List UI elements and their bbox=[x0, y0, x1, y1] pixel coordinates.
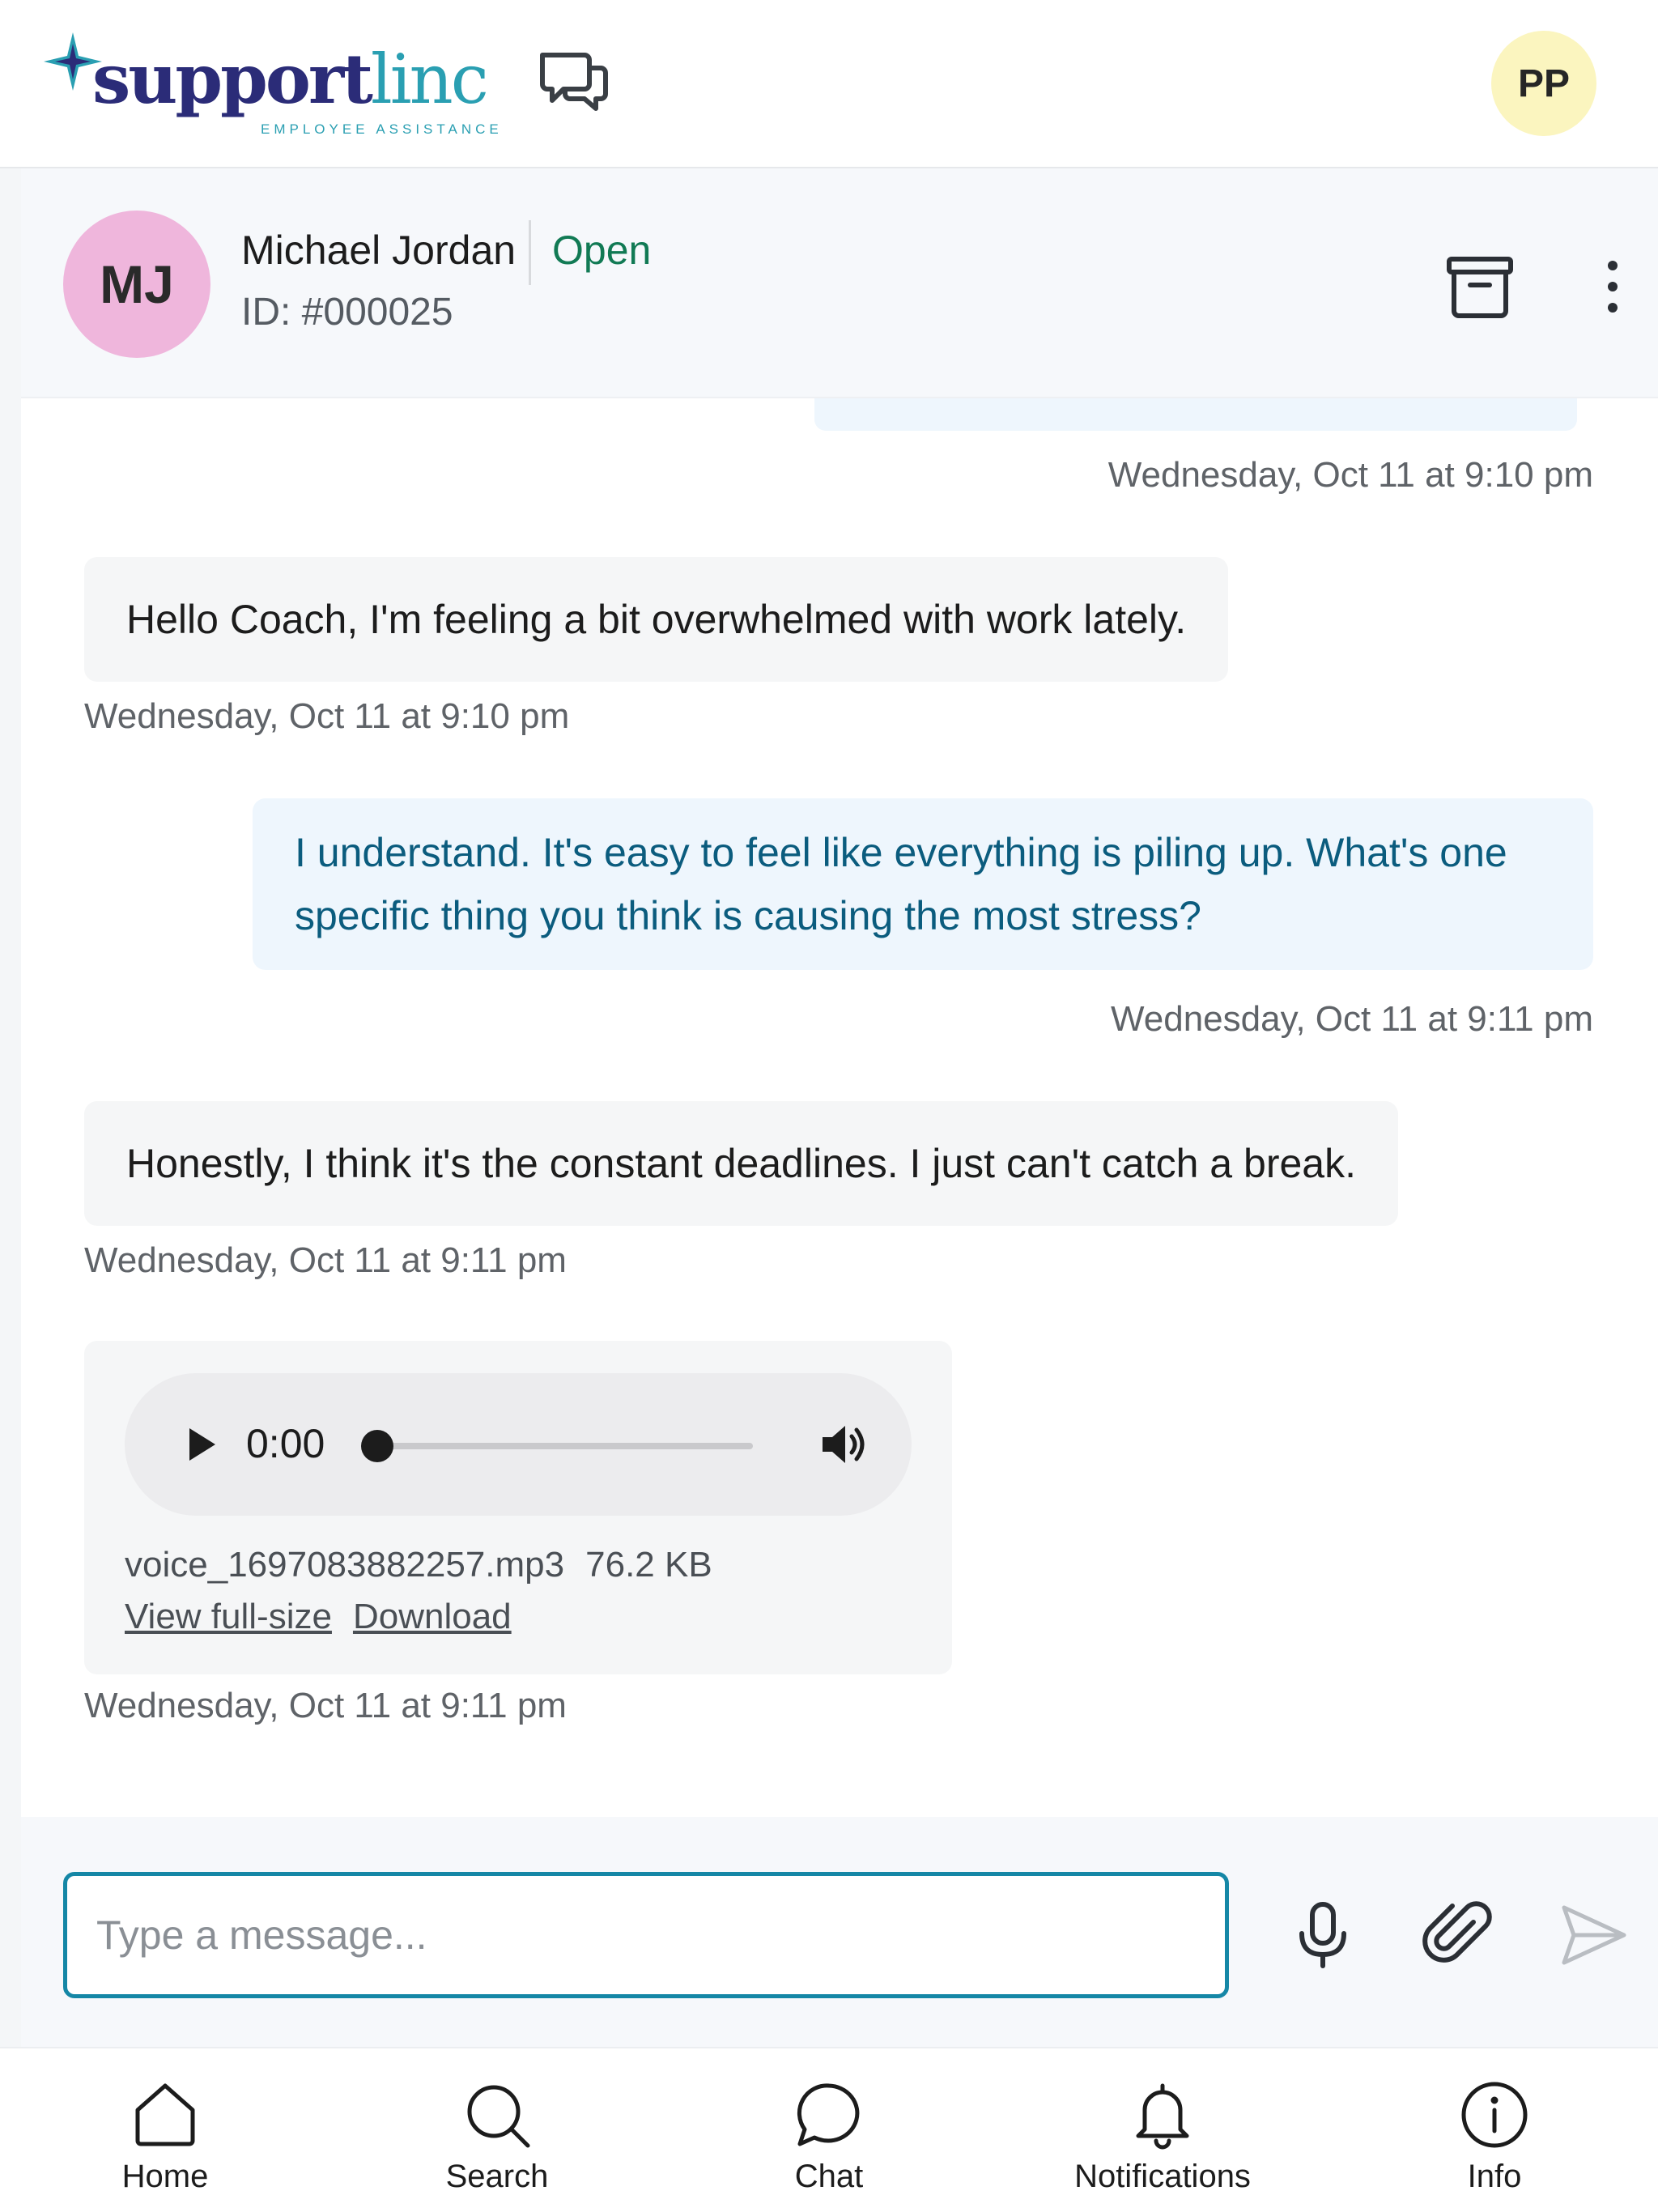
message-timestamp: Wednesday, Oct 11 at 9:11 pm bbox=[84, 1686, 567, 1725]
contact-id: ID: #000025 bbox=[241, 291, 453, 334]
logo-tagline: EMPLOYEE ASSISTANCE bbox=[261, 121, 503, 137]
bell-icon bbox=[1136, 2083, 1189, 2150]
audio-file-info: voice_1697083882257.mp3 76.2 KB bbox=[125, 1545, 712, 1585]
search-icon bbox=[467, 2085, 530, 2148]
conversation-header: MJ Michael Jordan Open ID: #000025 bbox=[21, 168, 1658, 398]
home-icon bbox=[135, 2083, 195, 2146]
nav-label: Chat bbox=[794, 2159, 864, 2194]
logo-wordmark-main: support bbox=[92, 39, 373, 119]
message-bubble-outgoing: I understand. It's easy to feel like eve… bbox=[253, 798, 1593, 970]
nav-label: Info bbox=[1467, 2159, 1522, 2194]
message-bubble-incoming: Honestly, I think it's the constant dead… bbox=[84, 1101, 1398, 1226]
chat-icon bbox=[797, 2083, 860, 2146]
audio-seek-handle[interactable] bbox=[361, 1430, 393, 1462]
audio-player: 0:00 bbox=[125, 1373, 912, 1516]
nav-item-home[interactable]: Home bbox=[44, 2048, 287, 2212]
send-icon[interactable] bbox=[1556, 1898, 1630, 1972]
nav-label: Home bbox=[121, 2159, 209, 2194]
nav-label: Notifications bbox=[1074, 2159, 1251, 2194]
nav-label: Search bbox=[445, 2159, 549, 2194]
message-timestamp: Wednesday, Oct 11 at 9:10 pm bbox=[84, 696, 570, 736]
user-avatar[interactable]: PP bbox=[1491, 31, 1596, 136]
nav-item-search[interactable]: Search bbox=[376, 2048, 619, 2212]
message-list[interactable]: Wednesday, Oct 11 at 9:10 pm Hello Coach… bbox=[21, 398, 1658, 1817]
message-timestamp: Wednesday, Oct 11 at 9:11 pm bbox=[84, 1240, 567, 1280]
download-link[interactable]: Download bbox=[353, 1597, 512, 1636]
attachment-icon[interactable] bbox=[1422, 1898, 1496, 1972]
header-divider bbox=[529, 220, 531, 285]
nav-item-notifications[interactable]: Notifications bbox=[1041, 2048, 1284, 2212]
top-app-bar: supportlinc EMPLOYEE ASSISTANCE PP bbox=[0, 0, 1658, 168]
audio-links: View full-size Download bbox=[125, 1597, 512, 1637]
audio-file-name: voice_1697083882257.mp3 bbox=[125, 1545, 565, 1585]
audio-file-size: 76.2 KB bbox=[585, 1545, 712, 1585]
contact-name: Michael Jordan bbox=[241, 228, 517, 273]
info-icon bbox=[1461, 2082, 1528, 2148]
nav-item-chat[interactable]: Chat bbox=[708, 2048, 950, 2212]
more-options-button[interactable] bbox=[1596, 254, 1629, 319]
message-timestamp: Wednesday, Oct 11 at 9:10 pm bbox=[1107, 455, 1593, 495]
logo-wordmark: supportlinc bbox=[92, 45, 489, 114]
audio-current-time: 0:00 bbox=[246, 1421, 325, 1466]
audio-message: 0:00 voice_1697083882257.mp3 76.2 KB View… bbox=[84, 1341, 952, 1674]
left-rail bbox=[0, 168, 21, 2047]
message-bubble-outgoing bbox=[814, 398, 1577, 431]
message-composer bbox=[21, 1817, 1658, 2047]
message-bubble-incoming: Hello Coach, I'm feeling a bit overwhelm… bbox=[84, 557, 1229, 682]
bottom-navigation: Home Search Chat Notifications Info bbox=[0, 2047, 1658, 2212]
nav-item-info[interactable]: Info bbox=[1373, 2048, 1616, 2212]
view-full-size-link[interactable]: View full-size bbox=[125, 1597, 332, 1636]
archive-button[interactable] bbox=[1443, 253, 1517, 321]
microphone-icon[interactable] bbox=[1286, 1898, 1360, 1972]
logo-wordmark-accent: linc bbox=[370, 40, 489, 119]
message-input[interactable] bbox=[63, 1872, 1229, 1998]
message-timestamp: Wednesday, Oct 11 at 9:11 pm bbox=[1111, 999, 1593, 1039]
contact-avatar: MJ bbox=[63, 211, 210, 358]
status-badge: Open bbox=[552, 228, 652, 273]
conversations-icon[interactable] bbox=[534, 45, 612, 117]
play-icon[interactable] bbox=[180, 1423, 222, 1465]
volume-icon[interactable] bbox=[819, 1422, 868, 1467]
supportlinc-logo[interactable]: supportlinc EMPLOYEE ASSISTANCE bbox=[40, 29, 499, 143]
audio-seek-bar[interactable] bbox=[361, 1443, 753, 1449]
